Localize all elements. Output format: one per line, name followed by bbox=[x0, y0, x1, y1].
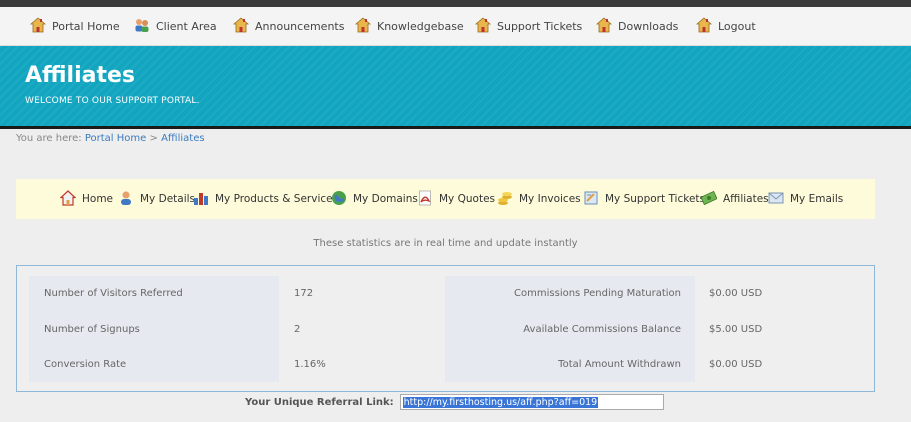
house-icon bbox=[29, 16, 47, 36]
stat-conversion-value: 1.16% bbox=[294, 359, 326, 370]
nav-label: Announcements bbox=[255, 19, 345, 33]
referral-link-row: Your Unique Referral Link: http://my.fir… bbox=[245, 394, 664, 410]
page-subtitle: WELCOME TO OUR SUPPORT PORTAL. bbox=[25, 96, 200, 106]
house-icon bbox=[695, 16, 713, 36]
menu-home[interactable]: Home bbox=[59, 179, 114, 219]
menu-affiliates[interactable]: Affiliates bbox=[700, 179, 769, 219]
house-icon bbox=[354, 16, 372, 36]
referral-link-text: http://my.firsthosting.us/aff.php?aff=01… bbox=[402, 396, 599, 408]
referral-link-label: Your Unique Referral Link: bbox=[245, 396, 394, 408]
bar-chart-icon bbox=[193, 190, 209, 209]
person-icon bbox=[118, 190, 134, 209]
stat-withdrawn-label: Total Amount Withdrawn bbox=[558, 359, 681, 370]
nav-downloads[interactable]: Downloads bbox=[595, 7, 679, 45]
house-icon bbox=[474, 16, 492, 36]
stat-visitors-value: 172 bbox=[294, 288, 314, 299]
top-strip bbox=[0, 0, 911, 7]
menu-label: My Emails bbox=[790, 193, 844, 205]
stat-signups-label: Number of Signups bbox=[44, 324, 140, 335]
stat-pending-value: $0.00 USD bbox=[709, 288, 763, 299]
menu-label: Affiliates bbox=[723, 193, 769, 205]
money-icon bbox=[700, 190, 718, 209]
nav-logout[interactable]: Logout bbox=[695, 7, 756, 45]
nav-label: Client Area bbox=[156, 19, 217, 33]
nav-client-area[interactable]: Client Area bbox=[134, 7, 217, 45]
menu-label: Home bbox=[82, 193, 114, 205]
nav-label: Portal Home bbox=[52, 19, 120, 33]
stat-pending-label: Commissions Pending Maturation bbox=[514, 288, 681, 299]
menu-my-quotes[interactable]: My Quotes bbox=[417, 179, 495, 219]
nav-label: Logout bbox=[718, 19, 756, 33]
pdf-icon bbox=[417, 190, 433, 209]
envelope-icon bbox=[768, 190, 784, 209]
menu-label: My Support Tickets bbox=[605, 193, 705, 205]
menu-label: My Domains bbox=[353, 193, 418, 205]
stat-signups-value: 2 bbox=[294, 324, 301, 335]
nav-label: Downloads bbox=[618, 19, 679, 33]
affiliate-stats-table: Number of Visitors Referred 172 Number o… bbox=[16, 265, 875, 392]
breadcrumb-separator: > bbox=[149, 133, 158, 144]
menu-my-invoices[interactable]: My Invoices bbox=[497, 179, 581, 219]
stat-balance-value: $5.00 USD bbox=[709, 324, 763, 335]
menu-label: My Products & Services bbox=[215, 193, 339, 205]
stats-notice: These statistics are in real time and up… bbox=[313, 238, 578, 249]
nav-label: Support Tickets bbox=[497, 19, 583, 33]
menu-my-domains[interactable]: My Domains bbox=[331, 179, 418, 219]
menu-my-details[interactable]: My Details bbox=[118, 179, 195, 219]
users-icon bbox=[134, 17, 150, 36]
menu-my-products-services[interactable]: My Products & Services bbox=[193, 179, 338, 219]
home-icon bbox=[59, 189, 77, 209]
menu-label: My Invoices bbox=[519, 193, 581, 205]
stat-withdrawn-value: $0.00 USD bbox=[709, 359, 763, 370]
house-icon bbox=[232, 16, 250, 36]
top-nav: Portal Home Client Area Announcements Kn… bbox=[0, 7, 911, 46]
breadcrumb-current-link[interactable]: Affiliates bbox=[161, 133, 204, 144]
breadcrumb: You are here: Portal Home > Affiliates bbox=[16, 133, 205, 144]
stat-balance-label: Available Commissions Balance bbox=[523, 324, 681, 335]
stat-visitors-label: Number of Visitors Referred bbox=[44, 288, 183, 299]
nav-support-tickets[interactable]: Support Tickets bbox=[474, 7, 583, 45]
nav-label: Knowledgebase bbox=[377, 19, 464, 33]
nav-knowledgebase[interactable]: Knowledgebase bbox=[354, 7, 464, 45]
client-menu: Home My Details My Products & Services M… bbox=[16, 179, 875, 219]
globe-icon bbox=[331, 190, 347, 209]
page-title: Affiliates bbox=[25, 63, 136, 88]
house-icon bbox=[595, 16, 613, 36]
nav-announcements[interactable]: Announcements bbox=[232, 7, 345, 45]
nav-portal-home[interactable]: Portal Home bbox=[29, 7, 120, 45]
breadcrumb-prefix: You are here: bbox=[16, 133, 82, 144]
ticket-icon bbox=[583, 190, 599, 209]
menu-label: My Quotes bbox=[439, 193, 496, 205]
menu-my-support-tickets[interactable]: My Support Tickets bbox=[583, 179, 705, 219]
referral-link-field[interactable]: http://my.firsthosting.us/aff.php?aff=01… bbox=[399, 394, 664, 410]
banner-divider bbox=[0, 126, 911, 129]
menu-my-emails[interactable]: My Emails bbox=[768, 179, 843, 219]
coins-icon bbox=[497, 190, 513, 209]
stat-conversion-label: Conversion Rate bbox=[44, 359, 127, 370]
page-banner: Affiliates WELCOME TO OUR SUPPORT PORTAL… bbox=[0, 46, 911, 126]
menu-label: My Details bbox=[140, 193, 196, 205]
breadcrumb-home-link[interactable]: Portal Home bbox=[85, 133, 146, 144]
